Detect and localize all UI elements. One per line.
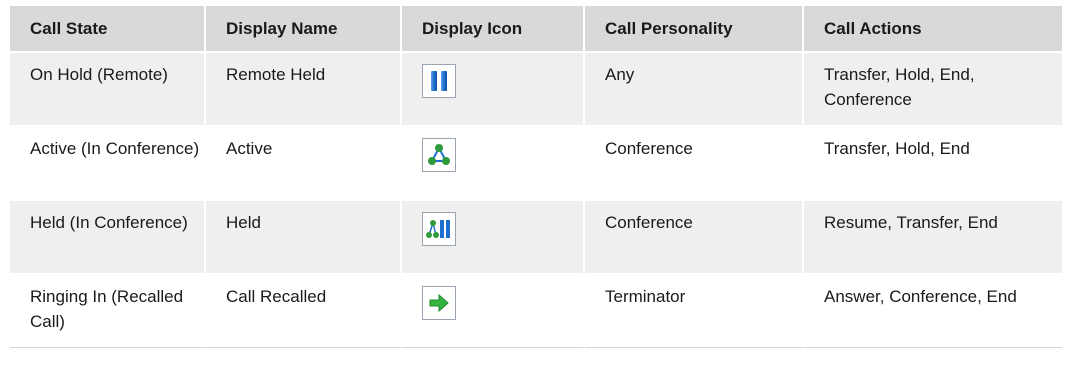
header-call-actions: Call Actions (804, 6, 1062, 53)
call-personality-cell: Conference (585, 201, 804, 275)
display-name-cell: Active (206, 127, 402, 201)
header-display-icon: Display Icon (402, 6, 585, 53)
table-row: Held (In Conference) Held Conference Res… (10, 201, 1062, 275)
conference-active-icon (422, 138, 456, 172)
call-state-cell: Held (In Conference) (10, 201, 206, 275)
call-personality-cell: Any (585, 53, 804, 127)
display-icon-cell (402, 275, 585, 348)
call-personality-cell: Conference (585, 127, 804, 201)
display-icon-cell (402, 127, 585, 201)
call-state-cell: On Hold (Remote) (10, 53, 206, 127)
display-icon-cell (402, 201, 585, 275)
display-name-cell: Remote Held (206, 53, 402, 127)
call-state-cell: Active (In Conference) (10, 127, 206, 201)
call-actions-cell: Answer, Conference, End (804, 275, 1062, 348)
conference-held-icon (422, 212, 456, 246)
call-states-table: Call State Display Name Display Icon Cal… (10, 6, 1062, 348)
call-actions-cell: Transfer, Hold, End, Conference (804, 53, 1062, 127)
header-call-state: Call State (10, 6, 206, 53)
table-row: On Hold (Remote) Remote Held Any Transfe… (10, 53, 1062, 127)
header-call-personality: Call Personality (585, 6, 804, 53)
call-actions-cell: Transfer, Hold, End (804, 127, 1062, 201)
call-state-cell: Ringing In (Recalled Call) (10, 275, 206, 348)
call-recalled-arrow-icon (422, 286, 456, 320)
header-display-name: Display Name (206, 6, 402, 53)
remote-held-icon (422, 64, 456, 98)
call-personality-cell: Terminator (585, 275, 804, 348)
call-actions-cell: Resume, Transfer, End (804, 201, 1062, 275)
display-icon-cell (402, 53, 585, 127)
table-row: Ringing In (Recalled Call) Call Recalled… (10, 275, 1062, 348)
table-row: Active (In Conference) Active Conference… (10, 127, 1062, 201)
table-header-row: Call State Display Name Display Icon Cal… (10, 6, 1062, 53)
display-name-cell: Held (206, 201, 402, 275)
display-name-cell: Call Recalled (206, 275, 402, 348)
